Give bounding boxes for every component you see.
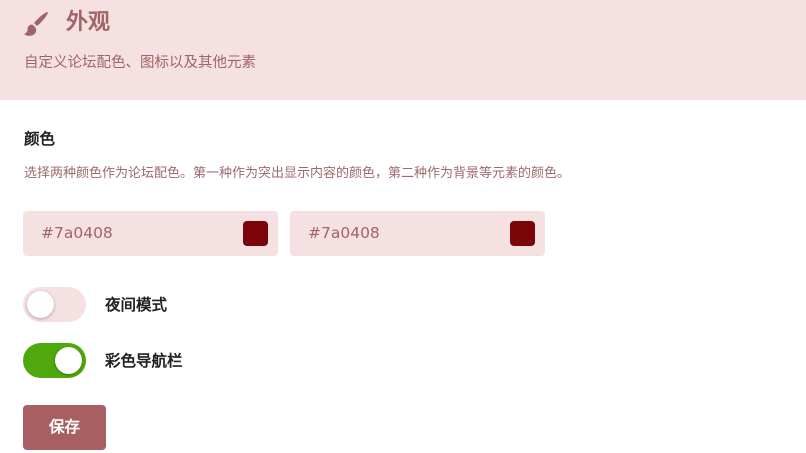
dark-mode-toggle-knob xyxy=(27,291,54,318)
secondary-color-value[interactable]: #7a0408 xyxy=(308,211,380,256)
primary-color-value[interactable]: #7a0408 xyxy=(41,211,113,256)
paintbrush-icon xyxy=(24,12,48,36)
page-header: 外观 自定义论坛配色、图标以及其他元素 xyxy=(0,0,806,100)
page-description: 自定义论坛配色、图标以及其他元素 xyxy=(24,55,256,71)
dark-mode-label: 夜间模式 xyxy=(105,296,168,314)
secondary-color-input[interactable]: #7a0408 xyxy=(290,211,545,256)
colors-section-description: 选择两种颜色作为论坛配色。第一种作为突出显示内容的颜色，第二种作为背景等元素的颜… xyxy=(24,166,571,181)
secondary-color-swatch[interactable] xyxy=(510,221,535,246)
dark-mode-toggle[interactable] xyxy=(23,287,86,322)
page-title: 外观 xyxy=(66,10,111,35)
colored-header-label: 彩色导航栏 xyxy=(105,352,183,370)
primary-color-swatch[interactable] xyxy=(243,221,268,246)
colors-section-title: 颜色 xyxy=(24,130,56,148)
colored-header-toggle-knob xyxy=(55,347,82,374)
colored-header-toggle[interactable] xyxy=(23,343,86,378)
save-button[interactable]: 保存 xyxy=(23,405,106,450)
primary-color-input[interactable]: #7a0408 xyxy=(23,211,278,256)
